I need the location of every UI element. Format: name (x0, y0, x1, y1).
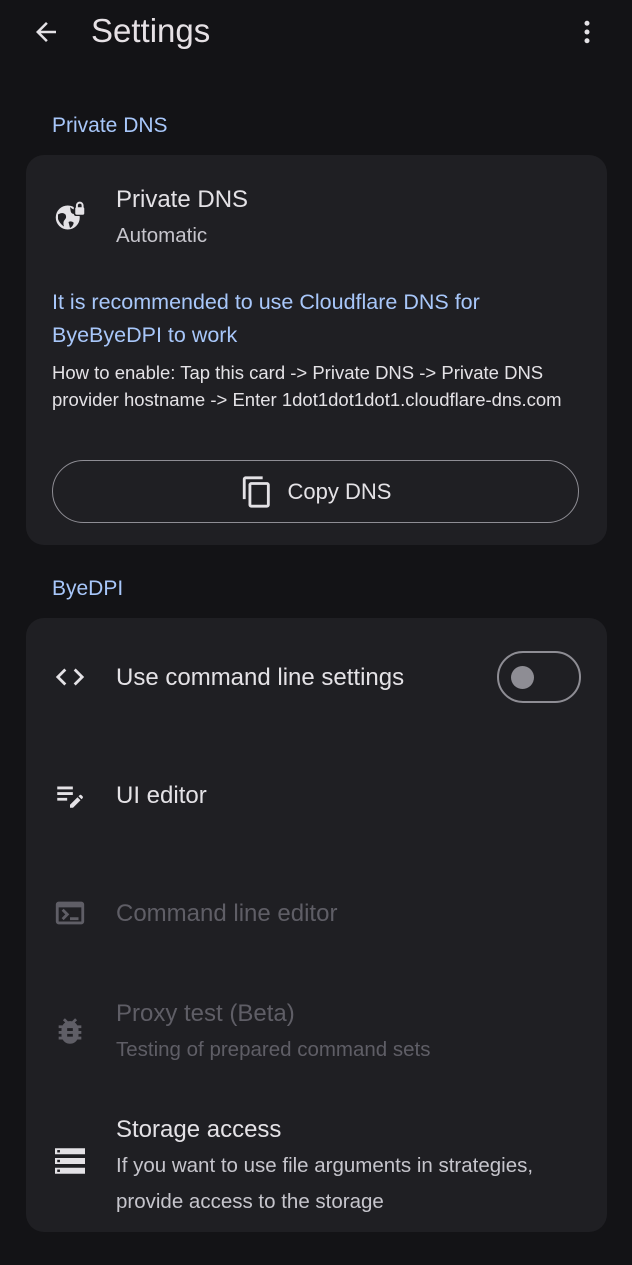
more-vert-icon (584, 20, 590, 44)
page-title: Settings (91, 12, 211, 49)
proxy-test-title: Proxy test (Beta) (116, 1000, 295, 1027)
top-app-bar: Settings (0, 0, 632, 64)
arrow-back-icon (36, 22, 56, 42)
proxy-test-subtitle: Testing of prepared command sets (116, 1038, 431, 1061)
edit-note-icon (52, 777, 88, 813)
copy-dns-button[interactable]: Copy DNS (52, 460, 579, 523)
byedpi-card: Use command line settings UI editor Comm… (26, 618, 607, 1232)
ui-editor-title: UI editor (116, 782, 207, 809)
back-button[interactable] (22, 8, 70, 56)
more-options-button[interactable] (563, 8, 611, 56)
bug-icon (52, 1013, 88, 1049)
toggle-knob (511, 666, 534, 689)
private-dns-status: Automatic (116, 224, 208, 247)
storage-access-subtitle: If you want to use file arguments in str… (116, 1154, 534, 1213)
command-line-editor-item[interactable]: Command line editor (26, 854, 607, 972)
private-dns-card: Private DNS Automatic It is recommended … (26, 155, 607, 545)
command-line-settings-toggle[interactable] (497, 651, 581, 703)
globe-lock-icon (52, 198, 88, 234)
section-header-private-dns: Private DNS (52, 114, 168, 137)
use-command-line-settings-item[interactable]: Use command line settings (26, 618, 607, 736)
use-command-line-settings-title: Use command line settings (116, 664, 405, 691)
storage-icon (52, 1143, 88, 1179)
copy-dns-label: Copy DNS (287, 478, 392, 504)
terminal-icon (52, 895, 88, 931)
section-header-byedpi: ByeDPI (52, 577, 124, 600)
private-dns-title: Private DNS (116, 186, 249, 213)
code-icon (52, 659, 88, 695)
proxy-test-item[interactable]: Proxy test (Beta) Testing of prepared co… (26, 972, 607, 1090)
copy-icon (242, 475, 270, 508)
storage-access-title: Storage access (116, 1116, 282, 1143)
dns-instructions: How to enable: Tap this card -> Private … (52, 362, 562, 410)
private-dns-item[interactable]: Private DNS Automatic (26, 155, 607, 265)
dns-recommendation: It is recommended to use Cloudflare DNS … (52, 290, 480, 347)
command-line-editor-title: Command line editor (116, 900, 338, 927)
storage-access-item[interactable]: Storage access If you want to use file a… (26, 1090, 607, 1232)
ui-editor-item[interactable]: UI editor (26, 736, 607, 854)
